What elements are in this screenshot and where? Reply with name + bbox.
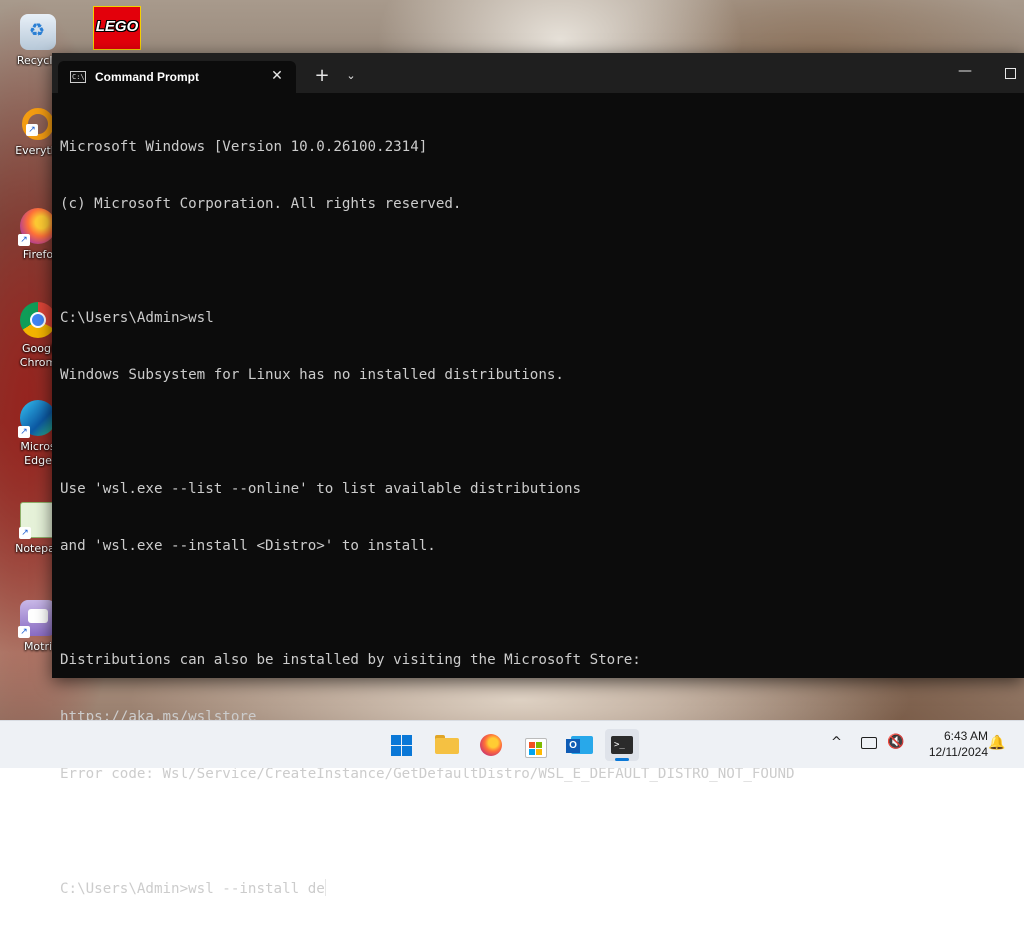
taskbar-clock[interactable]: 6:43 AM 12/11/2024: [912, 728, 988, 760]
show-hidden-icons-button[interactable]: ^: [831, 735, 842, 750]
command-input-line[interactable]: C:\Users\Admin>wsl --install de: [60, 879, 1010, 898]
notepad-icon: ↗: [19, 502, 56, 539]
start-button[interactable]: [385, 729, 419, 761]
console-line: Microsoft Windows [Version 10.0.26100.23…: [60, 139, 428, 155]
firefox-icon: [480, 734, 502, 756]
chevron-down-icon[interactable]: ⌄: [341, 65, 361, 87]
microsoft-store-icon: [525, 738, 547, 758]
lego-shortcut-icon[interactable]: LEGO: [93, 6, 141, 50]
tab-title: Command Prompt: [95, 70, 200, 84]
title-bar[interactable]: C:\ Command Prompt ✕ + ⌄ —: [52, 53, 1024, 93]
console-line: C:\Users\Admin>wsl: [60, 310, 214, 326]
prompt: C:\Users\Admin>: [60, 881, 189, 897]
network-icon[interactable]: [861, 737, 877, 749]
tab-command-prompt[interactable]: C:\ Command Prompt ✕: [58, 61, 296, 93]
maximize-button[interactable]: [996, 61, 1024, 85]
console-output[interactable]: Microsoft Windows [Version 10.0.26100.23…: [60, 100, 1010, 897]
terminal-icon: >_: [611, 736, 633, 754]
microsoft-store-button[interactable]: [518, 729, 552, 761]
shortcut-arrow-icon: ↗: [18, 234, 30, 246]
shortcut-arrow-icon: ↗: [19, 527, 31, 539]
shortcut-arrow-icon: ↗: [18, 626, 30, 638]
firefox-taskbar-button[interactable]: [474, 729, 508, 761]
firefox-icon: ↗: [18, 208, 56, 246]
notification-bell-icon[interactable]: 🔔: [988, 735, 1005, 751]
minimize-button[interactable]: —: [950, 61, 980, 85]
shortcut-arrow-icon: ↗: [18, 426, 30, 438]
taskbar: O >_ ^ 🔇 🔔: [0, 720, 1024, 768]
maximize-icon: [1005, 68, 1016, 79]
text-cursor: [324, 879, 326, 896]
console-line: Use 'wsl.exe --list --online' to list av…: [60, 481, 582, 497]
terminal-window: C:\ Command Prompt ✕ + ⌄ — Microsoft Win…: [52, 53, 1024, 897]
console-line: (c) Microsoft Corporation. All rights re…: [60, 196, 462, 212]
terminal-taskbar-button[interactable]: >_: [605, 729, 639, 761]
motrix-icon: ↗: [18, 600, 56, 638]
console-line: Windows Subsystem for Linux has no insta…: [60, 367, 564, 383]
everything-search-icon: ↗: [22, 108, 54, 140]
volume-muted-icon[interactable]: 🔇: [887, 734, 904, 750]
shortcut-arrow-icon: ↗: [26, 124, 38, 136]
active-indicator: [615, 758, 629, 761]
command-prompt-icon: C:\: [70, 71, 86, 83]
new-tab-button[interactable]: +: [311, 65, 333, 87]
command-input[interactable]: wsl --install de: [188, 881, 325, 897]
edge-icon: ↗: [18, 400, 56, 438]
clock-date: 12/11/2024: [928, 745, 988, 759]
console-line: and 'wsl.exe --install <Distro>' to inst…: [60, 538, 436, 554]
chrome-icon: [20, 302, 56, 338]
recycle-bin-icon: ♻: [20, 14, 56, 50]
desktop-wallpaper: ♻ Recycle LEGO ↗ Everythi ↗ Firefo Googl…: [0, 0, 1024, 897]
console-line: Distributions can also be installed by v…: [60, 652, 641, 668]
clock-time: 6:43 AM: [943, 729, 988, 743]
close-tab-icon[interactable]: ✕: [268, 67, 286, 85]
outlook-button[interactable]: O: [562, 729, 596, 761]
file-explorer-button[interactable]: [430, 729, 464, 761]
